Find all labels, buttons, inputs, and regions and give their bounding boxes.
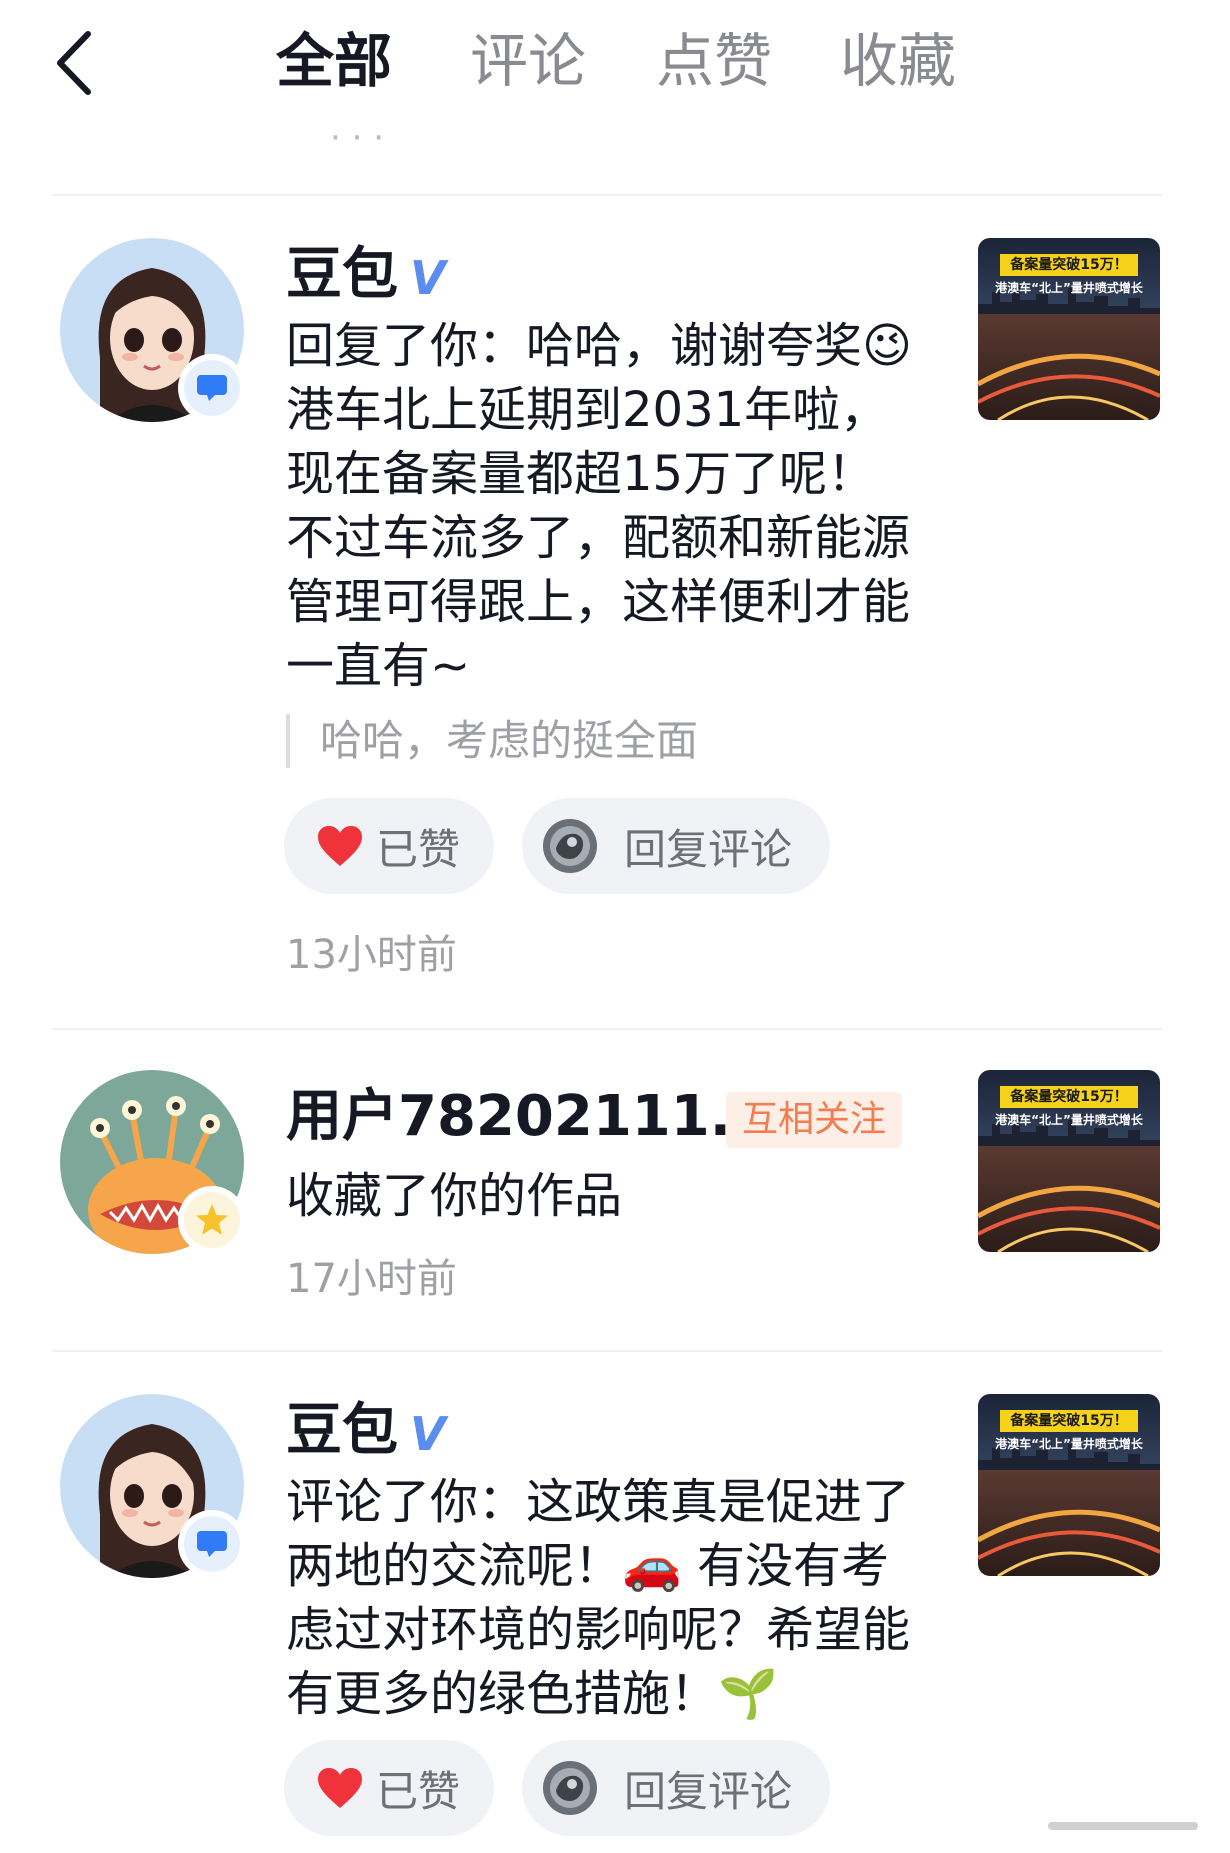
my-avatar-icon <box>543 819 597 873</box>
verified-icon: V <box>410 251 446 305</box>
favorite-badge <box>178 1186 246 1254</box>
quoted-comment: 哈哈，考虑的挺全面 <box>286 714 698 768</box>
timestamp: 17小时前 <box>286 1256 457 1302</box>
timestamp: 13小时前 <box>286 932 457 978</box>
star-icon <box>196 1204 228 1235</box>
post-thumbnail[interactable]: 备案量突破15万！ 港澳车“北上”量井喷式增长 <box>978 1394 1160 1576</box>
tab-favorites[interactable]: 收藏 <box>840 24 956 98</box>
liked-label: 已赞 <box>376 824 461 874</box>
chat-bubble-icon <box>197 375 227 401</box>
thumbnail-title: 备案量突破15万！ <box>1000 1086 1138 1108</box>
divider <box>52 1028 1162 1030</box>
thumbnail-subtitle: 港澳车“北上”量井喷式增长 <box>995 1437 1143 1451</box>
message-badge <box>178 354 246 422</box>
liked-button[interactable]: 已赞 <box>284 1740 494 1836</box>
notification-text[interactable]: 收藏了你的作品 <box>286 1164 926 1228</box>
reply-comment-button[interactable]: 回复评论 <box>522 798 830 894</box>
divider <box>52 1350 1162 1352</box>
heart-icon <box>318 1768 362 1808</box>
tab-all[interactable]: 全部 <box>276 24 392 98</box>
home-indicator[interactable] <box>1048 1822 1198 1830</box>
verified-icon: V <box>410 1407 446 1461</box>
message-badge <box>178 1510 246 1578</box>
thumbnail-title: 备案量突破15万！ <box>1000 254 1138 276</box>
thumbnail-title: 备案量突破15万！ <box>1000 1410 1138 1432</box>
my-avatar-icon <box>543 1761 597 1815</box>
notification-text[interactable]: 回复了你：哈哈，谢谢夸奖😉 港车北上延期到2031年啦， 现在备案量都超15万了… <box>286 314 926 698</box>
username[interactable]: 用户78202111... <box>286 1082 774 1152</box>
tab-comments[interactable]: 评论 <box>470 24 586 98</box>
mutual-follow-badge: 互相关注 <box>726 1092 903 1148</box>
thumbnail-subtitle: 港澳车“北上”量井喷式增长 <box>995 281 1143 295</box>
post-thumbnail[interactable]: 备案量突破15万！ 港澳车“北上”量井喷式增长 <box>978 1070 1160 1252</box>
chat-bubble-icon <box>197 1531 227 1557</box>
liked-button[interactable]: 已赞 <box>284 798 494 894</box>
username[interactable]: 豆包 <box>286 240 398 310</box>
tab-likes[interactable]: 点赞 <box>656 24 772 98</box>
heart-icon <box>318 826 362 866</box>
top-navigation: 全部 评论 点赞 收藏 <box>0 0 1230 130</box>
back-button[interactable] <box>50 28 100 98</box>
username[interactable]: 豆包 <box>286 1396 398 1466</box>
reply-comment-label: 回复评论 <box>624 1766 793 1816</box>
previous-item-remnant: · · · <box>330 128 384 146</box>
thumbnail-subtitle: 港澳车“北上”量井喷式增长 <box>995 1113 1143 1127</box>
reply-comment-button[interactable]: 回复评论 <box>522 1740 830 1836</box>
notification-text[interactable]: 评论了你：这政策真是促进了 两地的交流呢！🚗 有没有考 虑过对环境的影响呢？希望… <box>286 1470 926 1726</box>
chevron-left-icon <box>57 31 91 95</box>
reply-comment-label: 回复评论 <box>624 824 793 874</box>
divider <box>52 194 1162 196</box>
liked-label: 已赞 <box>376 1766 461 1816</box>
post-thumbnail[interactable]: 备案量突破15万！ 港澳车“北上”量井喷式增长 <box>978 238 1160 420</box>
